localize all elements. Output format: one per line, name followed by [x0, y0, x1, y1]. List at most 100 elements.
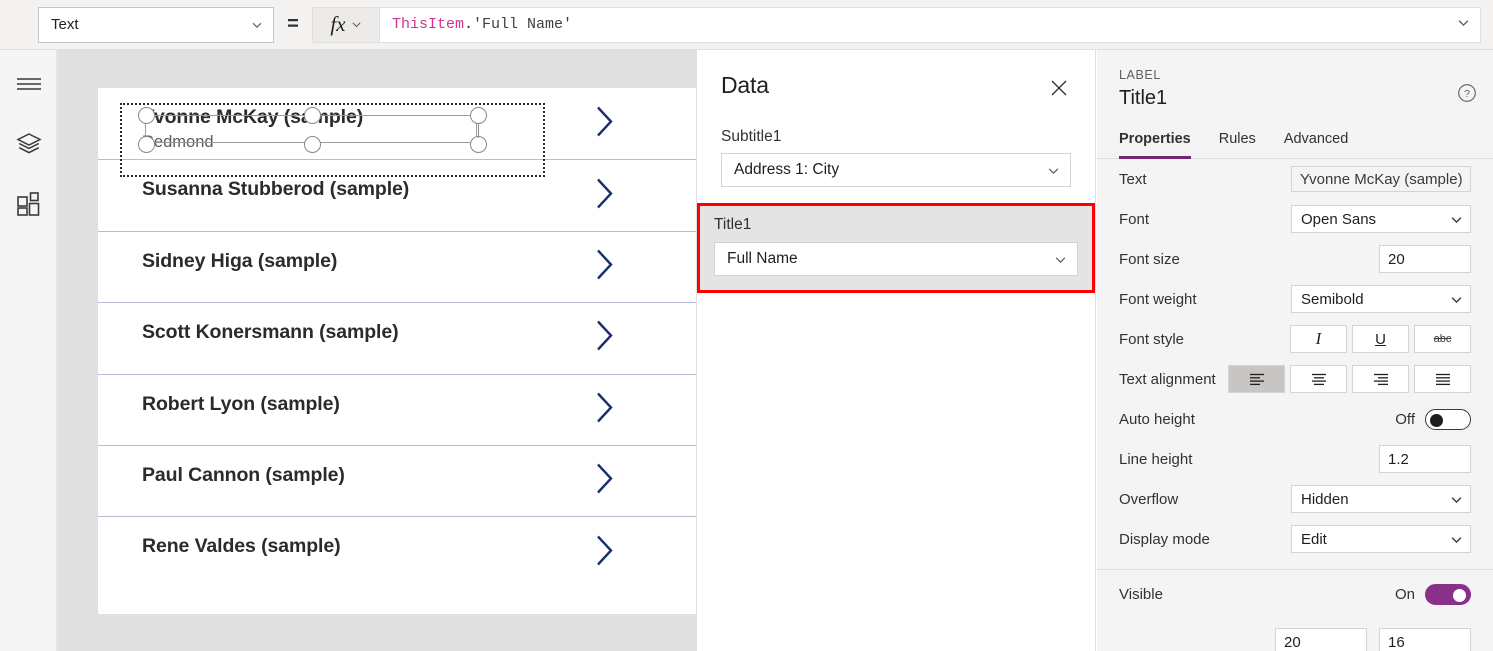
align-left-icon[interactable]: [1228, 365, 1285, 393]
chevron-down-icon: [1450, 533, 1463, 546]
position-x-input[interactable]: 20: [1275, 628, 1367, 651]
font-value: Open Sans: [1301, 210, 1377, 228]
gallery-item[interactable]: Paul Cannon (sample): [98, 444, 696, 516]
chevron-down-icon: [351, 19, 362, 30]
resize-handle-top-center[interactable]: [304, 107, 321, 124]
data-field-subtitle1: Subtitle1 Address 1: City: [697, 128, 1095, 187]
chevron-right-icon[interactable]: [594, 390, 616, 429]
gallery-item-title: Rene Valdes (sample): [142, 535, 341, 558]
property-label: Auto height: [1119, 410, 1195, 428]
gallery-item[interactable]: Sidney Higa (sample): [98, 230, 696, 302]
power-apps-studio: Text = fx ThisItem. 'Full Name' Yvonne M…: [0, 0, 1493, 651]
data-panel-title: Data: [721, 72, 769, 98]
control-name: Title1: [1119, 87, 1168, 109]
help-circle-icon[interactable]: ?: [1457, 83, 1477, 108]
fx-button[interactable]: fx: [312, 6, 380, 43]
chevron-right-icon[interactable]: [594, 104, 616, 143]
auto-height-state: Off: [1395, 410, 1415, 428]
gallery-item-title: Paul Cannon (sample): [142, 463, 345, 486]
resize-handle-bottom-left[interactable]: [138, 136, 155, 153]
underline-icon[interactable]: U: [1352, 325, 1409, 353]
property-selector-dropdown[interactable]: Text: [38, 6, 274, 43]
sidebar-item-menu[interactable]: [0, 57, 57, 115]
overflow-dropdown[interactable]: Hidden: [1291, 485, 1471, 513]
tab-properties[interactable]: Properties: [1119, 125, 1191, 159]
chevron-right-icon[interactable]: [594, 533, 616, 572]
visible-state: On: [1394, 585, 1415, 603]
visible-toggle[interactable]: [1425, 583, 1471, 605]
insert-grid-icon: [16, 191, 42, 222]
properties-bottom-partial-row: 20 16: [1097, 628, 1493, 651]
gallery-item[interactable]: Scott Konersmann (sample): [98, 302, 696, 373]
chevron-right-icon[interactable]: [594, 247, 616, 286]
data-field-title1: Title1 Full Name: [697, 203, 1095, 293]
line-height-input[interactable]: 1.2: [1379, 445, 1471, 473]
tab-rules[interactable]: Rules: [1219, 125, 1256, 159]
properties-rows-secondary: Visible On: [1097, 570, 1493, 618]
data-field-dropdown[interactable]: Address 1: City: [721, 153, 1071, 187]
font-weight-dropdown[interactable]: Semibold: [1291, 285, 1471, 313]
tab-advanced[interactable]: Advanced: [1284, 125, 1349, 159]
resize-handle-bottom-center[interactable]: [304, 136, 321, 153]
properties-panel-header: LABEL Title1 ?: [1097, 50, 1493, 110]
data-field-dropdown[interactable]: Full Name: [714, 242, 1078, 276]
text-value-input[interactable]: Yvonne McKay (sample): [1291, 166, 1471, 192]
font-style-group: I U abc: [1290, 325, 1471, 353]
gallery-item[interactable]: Robert Lyon (sample): [98, 373, 696, 445]
align-center-icon[interactable]: [1290, 365, 1347, 393]
font-size-input[interactable]: 20: [1379, 245, 1471, 273]
chevron-right-icon[interactable]: [594, 176, 616, 215]
property-row-font-style: Font style I U abc: [1119, 319, 1471, 359]
font-dropdown[interactable]: Open Sans: [1291, 205, 1471, 233]
property-row-line-height: Line height 1.2: [1119, 439, 1471, 479]
property-label: Overflow: [1119, 490, 1179, 508]
resize-handle-bottom-right[interactable]: [470, 136, 487, 153]
canvas-area: Yvonne McKay (sample) Redmond Susanna St…: [57, 50, 696, 651]
property-selector-value: Text: [51, 16, 79, 33]
property-label: Visible: [1119, 585, 1163, 603]
gallery-item-title: Robert Lyon (sample): [142, 392, 340, 415]
formula-field: 'Full Name': [473, 16, 573, 33]
chevron-right-icon[interactable]: [594, 319, 616, 358]
text-alignment-group: [1228, 365, 1471, 393]
italic-icon[interactable]: I: [1290, 325, 1347, 353]
app-screen[interactable]: Yvonne McKay (sample) Redmond Susanna St…: [98, 88, 696, 614]
align-right-icon[interactable]: [1352, 365, 1409, 393]
gallery-item[interactable]: Yvonne McKay (sample) Redmond: [98, 88, 696, 159]
left-rail: [0, 50, 57, 651]
close-icon[interactable]: [1041, 70, 1077, 106]
formula-expand-chevron-down-icon[interactable]: [1457, 16, 1470, 34]
align-justify-icon[interactable]: [1414, 365, 1471, 393]
position-y-input[interactable]: 16: [1379, 628, 1471, 651]
hamburger-menu-icon: [16, 75, 42, 98]
property-row-auto-height: Auto height Off: [1119, 399, 1471, 439]
resize-handle-top-right[interactable]: [470, 107, 487, 124]
properties-panel: LABEL Title1 ? Properties Rules Advanced…: [1097, 50, 1493, 651]
strikethrough-icon[interactable]: abc: [1414, 325, 1471, 353]
gallery-item[interactable]: Susanna Stubberod (sample): [98, 159, 696, 230]
gallery-item-title: Susanna Stubberod (sample): [142, 178, 410, 201]
formula-input[interactable]: ThisItem. 'Full Name': [380, 6, 1481, 43]
formula-dot: .: [464, 16, 474, 33]
control-kind-label: LABEL: [1119, 68, 1161, 82]
auto-height-toggle[interactable]: [1425, 408, 1471, 430]
overflow-value: Hidden: [1301, 490, 1349, 508]
display-mode-dropdown[interactable]: Edit: [1291, 525, 1471, 553]
properties-tabs: Properties Rules Advanced: [1097, 124, 1493, 159]
chevron-down-icon: [251, 19, 263, 31]
property-label: Font: [1119, 210, 1150, 228]
display-mode-value: Edit: [1301, 530, 1327, 548]
gallery-item[interactable]: Rene Valdes (sample): [98, 516, 696, 587]
chevron-right-icon[interactable]: [594, 462, 616, 501]
sidebar-item-tree-view[interactable]: [0, 117, 57, 175]
resize-handle-top-left[interactable]: [138, 107, 155, 124]
property-row-text-alignment: Text alignment: [1119, 359, 1471, 399]
fx-label: fx: [330, 12, 346, 36]
property-row-overflow: Overflow Hidden: [1119, 479, 1471, 519]
layers-icon: [15, 132, 42, 161]
data-field-label: Title1: [714, 216, 752, 233]
property-label: Line height: [1119, 450, 1193, 468]
sidebar-item-insert[interactable]: [0, 177, 57, 235]
chevron-down-icon: [1054, 253, 1067, 266]
auto-height-toggle-wrap: Off: [1395, 408, 1471, 430]
